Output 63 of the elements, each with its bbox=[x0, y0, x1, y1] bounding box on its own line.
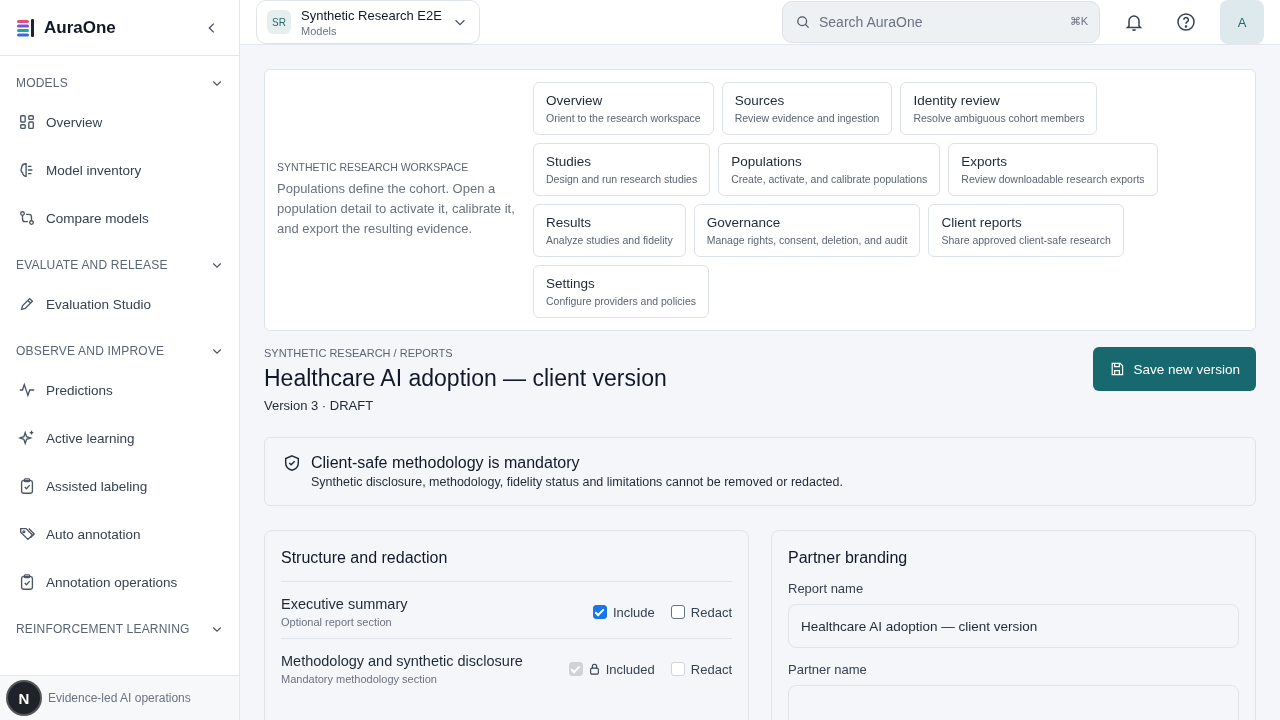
field-label: Report name bbox=[788, 581, 865, 596]
section-note: Optional report section bbox=[281, 616, 393, 628]
compare-icon bbox=[18, 209, 36, 227]
search-icon bbox=[795, 14, 811, 30]
shield-check-icon bbox=[283, 454, 301, 472]
input-field[interactable]: Healthcare AI adoption — client version bbox=[788, 604, 1239, 648]
sidebar-item[interactable]: Compare models bbox=[0, 194, 239, 242]
sidebar-item[interactable]: Assisted labeling bbox=[0, 462, 239, 510]
section-header[interactable]: OBSERVE AND IMPROVE bbox=[0, 336, 239, 366]
workspace-link-card[interactable]: Client reports Share approved client-safe research bbox=[928, 204, 1124, 257]
panel-title: Structure and redaction bbox=[281, 549, 449, 567]
version-status: Version 3 · DRAFT bbox=[264, 398, 375, 413]
tag-icon bbox=[18, 525, 36, 543]
pulse-icon bbox=[18, 381, 36, 399]
include-checkbox[interactable]: Included bbox=[568, 661, 655, 677]
section-header[interactable]: MODELS bbox=[0, 68, 239, 98]
section-name: Executive summary bbox=[281, 596, 408, 612]
redact-checkbox[interactable]: Redact bbox=[670, 604, 732, 620]
notice-text: Synthetic disclosure, methodology, fidelity status and limitations cannot be removed or redacted. bbox=[311, 475, 843, 489]
dev-tools-badge[interactable]: N bbox=[8, 682, 40, 714]
save-new-version-button[interactable]: Save new version bbox=[1093, 347, 1256, 391]
lock-icon bbox=[588, 663, 600, 675]
workspace-link-card[interactable]: Overview Orient to the research workspace bbox=[533, 82, 714, 135]
save-icon bbox=[1109, 361, 1126, 377]
workspace-link-card[interactable]: Identity review Resolve ambiguous cohort members bbox=[900, 82, 1098, 135]
workspace-description: Populations define the cohort. Open a population detail to activate it, calibrate it, and export the resulting evidence. bbox=[277, 180, 516, 238]
sidebar-item[interactable]: Predictions bbox=[0, 366, 239, 414]
breadcrumb: SYNTHETIC RESEARCH / REPORTS bbox=[264, 347, 454, 359]
panel-title: Partner branding bbox=[788, 549, 909, 567]
logo-icon bbox=[16, 17, 36, 38]
tagline: Evidence-led AI operations bbox=[48, 691, 191, 705]
grid-icon bbox=[18, 113, 36, 131]
sidebar-item[interactable]: Overview bbox=[0, 98, 239, 146]
workspace-link-card[interactable]: Settings Configure providers and policies bbox=[533, 265, 709, 318]
keyboard-shortcut: ⌘K bbox=[1069, 15, 1088, 28]
workspace-link-card[interactable]: Exports Review downloadable research exports bbox=[948, 143, 1158, 196]
sidebar-item[interactable]: Auto annotation bbox=[0, 510, 239, 558]
sidebar-item[interactable]: Annotation operations bbox=[0, 558, 239, 606]
workspace-link-card[interactable]: Studies Design and run research studies bbox=[533, 143, 711, 196]
user-avatar[interactable]: A bbox=[1220, 0, 1264, 44]
workspace-link-card[interactable]: Results Analyze studies and fidelity bbox=[533, 204, 686, 257]
section-note: Mandatory methodology section bbox=[281, 673, 438, 685]
sidebar-item[interactable]: Evaluation Studio bbox=[0, 280, 239, 328]
workspace-link-card[interactable]: Sources Review evidence and ingestion bbox=[721, 82, 893, 135]
redact-checkbox[interactable]: Redact bbox=[670, 661, 732, 677]
clipboard-check-icon bbox=[18, 477, 36, 495]
section-header[interactable]: REINFORCEMENT LEARNING bbox=[0, 614, 239, 644]
sidebar-item[interactable]: Model inventory bbox=[0, 146, 239, 194]
sidebar-item[interactable]: Active learning bbox=[0, 414, 239, 462]
section-header[interactable]: EVALUATE AND RELEASE bbox=[0, 250, 239, 280]
sparkle-icon bbox=[18, 429, 36, 447]
clipboard-check-icon bbox=[18, 573, 36, 591]
page-title: Healthcare AI adoption — client version bbox=[264, 365, 667, 392]
workspace-eyebrow: SYNTHETIC RESEARCH WORKSPACE bbox=[277, 161, 470, 173]
workspace-link-card[interactable]: Governance Manage rights, consent, deletion, and audit bbox=[693, 204, 921, 257]
field-label: Partner name bbox=[788, 662, 868, 677]
workspace-switcher[interactable]: SR Synthetic Research E2E Models bbox=[256, 0, 480, 44]
include-checkbox[interactable]: Include bbox=[592, 604, 655, 620]
workspace-link-card[interactable]: Populations Create, activate, and calibrate populations bbox=[718, 143, 941, 196]
brand-name: AuraOne bbox=[44, 17, 117, 38]
section-name: Methodology and synthetic disclosure bbox=[281, 653, 523, 669]
notice-title: Client-safe methodology is mandatory bbox=[311, 454, 581, 472]
pencil-icon bbox=[18, 295, 36, 313]
